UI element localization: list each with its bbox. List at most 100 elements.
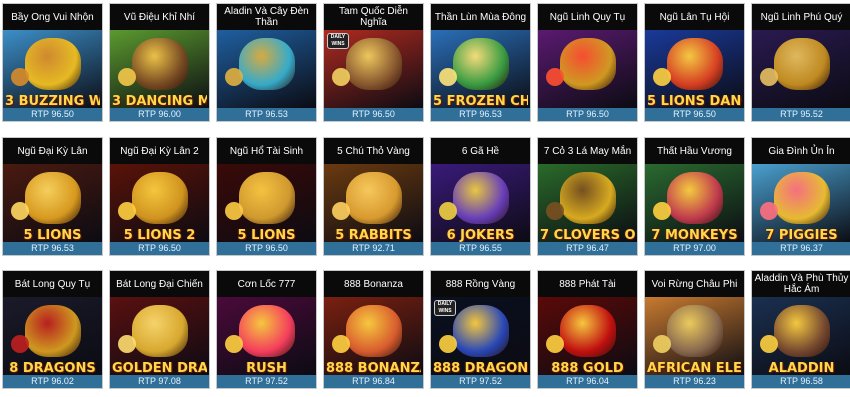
game-thumbnail: RUSH bbox=[217, 297, 316, 376]
decor-shape bbox=[11, 68, 29, 86]
game-thumbnail: 888 BONANZA bbox=[324, 297, 423, 376]
game-title: 888 Bonanza bbox=[324, 271, 423, 297]
game-card[interactable]: 5 Chú Thỏ Vàng 5 RABBITS RTP 92.71 bbox=[323, 137, 424, 256]
rtp-label: RTP 96.53 bbox=[217, 108, 316, 121]
rtp-label: RTP 96.50 bbox=[538, 108, 637, 121]
lion-icon bbox=[666, 38, 723, 90]
game-card[interactable]: Ngũ Đại Kỳ Lân 5 LIONS RTP 96.53 bbox=[2, 137, 103, 256]
lion-icon bbox=[238, 172, 295, 224]
game-card[interactable]: Ngũ Hổ Tài Sinh 5 LIONS RTP 96.50 bbox=[216, 137, 317, 256]
game-logo: 5 LIONS 2 bbox=[123, 229, 196, 242]
leprechaun-icon bbox=[452, 38, 509, 90]
game-title: Thất Hầu Vương bbox=[645, 138, 744, 164]
game-logo: 3 BUZZING WILDS bbox=[5, 95, 100, 108]
game-title: Aladin Và Cây Đèn Thần bbox=[217, 4, 316, 30]
game-card[interactable]: Tam Quốc Diễn Nghĩa DAILY WINS RTP 96.50 bbox=[323, 3, 424, 122]
rtp-label: RTP 96.53 bbox=[431, 108, 530, 121]
game-thumbnail: 7 MONKEYS bbox=[645, 164, 744, 243]
slot-icon bbox=[452, 305, 509, 357]
game-logo: 8 DRAGONS bbox=[9, 362, 96, 375]
rtp-label: RTP 96.23 bbox=[645, 375, 744, 388]
dragon-icon bbox=[24, 305, 81, 357]
game-thumbnail: GOLDEN DRAGON bbox=[110, 297, 209, 376]
game-card[interactable]: 888 Bonanza 888 BONANZA RTP 96.84 bbox=[323, 270, 424, 389]
rtp-label: RTP 96.04 bbox=[538, 375, 637, 388]
decor-shape bbox=[118, 335, 136, 353]
decor-shape bbox=[118, 68, 136, 86]
game-title: Bầy Ong Vui Nhộn bbox=[3, 4, 102, 30]
game-title: Bát Long Quy Tụ bbox=[3, 271, 102, 297]
game-title: Ngũ Hổ Tài Sinh bbox=[217, 138, 316, 164]
elephant-icon bbox=[666, 305, 723, 357]
warrior-icon bbox=[345, 38, 402, 90]
game-title: Ngũ Đại Kỳ Lân 2 bbox=[110, 138, 209, 164]
bee-icon bbox=[24, 38, 81, 90]
slot-icon bbox=[238, 305, 295, 357]
rtp-label: RTP 96.84 bbox=[324, 375, 423, 388]
game-logo: AFRICAN ELEPHANT bbox=[647, 362, 742, 375]
girl-icon bbox=[345, 305, 402, 357]
game-card[interactable]: 7 Cỏ 3 Lá May Mắn 7 CLOVERS OF FORTUNERTP… bbox=[537, 137, 638, 256]
game-title: Vũ Điệu Khỉ Nhí bbox=[110, 4, 209, 30]
game-card[interactable]: Ngũ Lân Tụ Hội 5 LIONS DANCERTP 96.50 bbox=[644, 3, 745, 122]
game-card[interactable]: Aladdin Và Phù Thủy Hắc Ám ALADDIN RTP 96.… bbox=[751, 270, 850, 389]
game-card[interactable]: Thất Hầu Vương 7 MONKEYS RTP 97.00 bbox=[644, 137, 745, 256]
decor-shape bbox=[760, 335, 778, 353]
slot-icon bbox=[559, 305, 616, 357]
game-title: Tam Quốc Diễn Nghĩa bbox=[324, 4, 423, 30]
game-card[interactable]: Ngũ Linh Quy Tụ RTP 96.50 bbox=[537, 3, 638, 122]
game-card[interactable]: Cơn Lốc 777 RUSH RTP 97.52 bbox=[216, 270, 317, 389]
game-thumbnail: AFRICAN ELEPHANT bbox=[645, 297, 744, 376]
game-card[interactable]: Ngũ Đại Kỳ Lân 2 5 LIONS 2 RTP 96.50 bbox=[109, 137, 210, 256]
decor-shape bbox=[225, 68, 243, 86]
game-title: Aladdin Và Phù Thủy Hắc Ám bbox=[752, 271, 850, 297]
game-card[interactable]: Aladin Và Cây Đèn Thần RTP 96.53 bbox=[216, 3, 317, 122]
game-thumbnail: 888 DRAGONS DAILY WINS bbox=[431, 297, 530, 376]
genie-icon bbox=[238, 38, 295, 90]
game-card[interactable]: Bát Long Quy Tụ 8 DRAGONS RTP 96.02 bbox=[2, 270, 103, 389]
game-thumbnail bbox=[217, 30, 316, 109]
game-thumbnail: 5 LIONS bbox=[217, 164, 316, 243]
lion-icon bbox=[24, 172, 81, 224]
game-card[interactable]: Voi Rừng Châu Phi AFRICAN ELEPHANTRTP 96.… bbox=[644, 270, 745, 389]
aladdin-icon bbox=[773, 305, 830, 357]
decor-shape bbox=[11, 335, 29, 353]
game-card[interactable]: 6 Gã Hề 6 JOKERS RTP 96.55 bbox=[430, 137, 531, 256]
decor-shape bbox=[546, 202, 564, 220]
decor-shape bbox=[546, 68, 564, 86]
lion-icon bbox=[559, 38, 616, 90]
rtp-label: RTP 95.52 bbox=[752, 108, 850, 121]
game-card[interactable]: 888 Phát Tài 888 GOLD RTP 96.04 bbox=[537, 270, 638, 389]
game-card[interactable]: 888 Rồng Vàng 888 DRAGONS DAILY WINS RTP 97… bbox=[430, 270, 531, 389]
game-logo: 5 FROZEN CHARMS bbox=[433, 95, 528, 108]
game-card[interactable]: Bát Long Đại Chiến GOLDEN DRAGONRTP 97.08 bbox=[109, 270, 210, 389]
game-card[interactable]: Thần Lùn Mùa Đông 5 FROZEN CHARMSRTP 96.5… bbox=[430, 3, 531, 122]
game-thumbnail bbox=[538, 30, 637, 109]
game-logo: 888 BONANZA bbox=[326, 362, 421, 375]
game-title: Ngũ Lân Tụ Hội bbox=[645, 4, 744, 30]
decor-shape bbox=[225, 202, 243, 220]
rtp-label: RTP 97.08 bbox=[110, 375, 209, 388]
game-thumbnail: 5 LIONS 2 bbox=[110, 164, 209, 243]
dragon-icon bbox=[131, 305, 188, 357]
rtp-label: RTP 96.50 bbox=[3, 108, 102, 121]
game-card[interactable]: Bầy Ong Vui Nhộn 3 BUZZING WILDSRTP 96.50 bbox=[2, 3, 103, 122]
game-thumbnail: 3 DANCING MONKEYS bbox=[110, 30, 209, 109]
rtp-label: RTP 96.55 bbox=[431, 242, 530, 255]
game-title: 5 Chú Thỏ Vàng bbox=[324, 138, 423, 164]
game-card[interactable]: Ngũ Linh Phú Quý RTP 95.52 bbox=[751, 3, 850, 122]
game-title: 6 Gã Hề bbox=[431, 138, 530, 164]
lion-icon bbox=[131, 172, 188, 224]
daily-wins-badge: DAILY WINS bbox=[434, 300, 456, 316]
game-title: Voi Rừng Châu Phi bbox=[645, 271, 744, 297]
rtp-label: RTP 97.52 bbox=[431, 375, 530, 388]
game-title: Bát Long Đại Chiến bbox=[110, 271, 209, 297]
decor-shape bbox=[11, 202, 29, 220]
daily-wins-badge: DAILY WINS bbox=[327, 33, 349, 49]
game-title: 888 Rồng Vàng bbox=[431, 271, 530, 297]
rtp-label: RTP 97.52 bbox=[217, 375, 316, 388]
game-card[interactable]: Vũ Điệu Khỉ Nhí 3 DANCING MONKEYSRTP 96.0… bbox=[109, 3, 210, 122]
decor-shape bbox=[439, 202, 457, 220]
game-card[interactable]: Gia Đình Ủn Ỉn 7 PIGGIES RTP 96.37 bbox=[751, 137, 850, 256]
rtp-label: RTP 97.00 bbox=[645, 242, 744, 255]
